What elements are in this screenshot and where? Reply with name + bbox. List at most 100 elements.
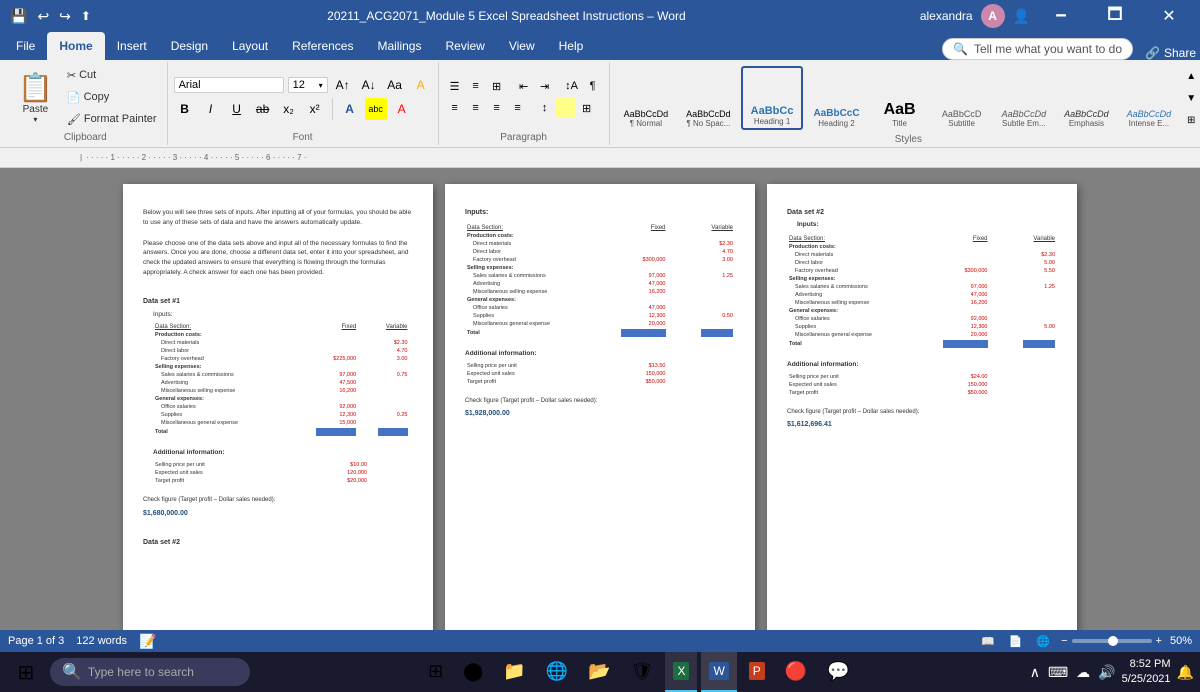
line-spacing-button[interactable]: ↕: [535, 98, 555, 118]
taskbar-app-teams[interactable]: 💬: [819, 652, 857, 692]
align-center-button[interactable]: ≡: [466, 98, 486, 118]
subscript-button[interactable]: x₂: [278, 98, 300, 120]
superscript-button[interactable]: x²: [304, 98, 326, 120]
style-no-spacing[interactable]: AaBbCcDd ¶ No Spac...: [678, 66, 739, 130]
style-intense-e[interactable]: AaBbCcDd Intense E...: [1119, 66, 1180, 130]
font-size-select[interactable]: 12 ▾: [288, 77, 328, 93]
style-subtle-em[interactable]: AaBbCcDd Subtle Em...: [994, 66, 1055, 130]
sort-button[interactable]: ↕A: [562, 76, 582, 96]
shading-button[interactable]: [556, 98, 576, 118]
align-right-button[interactable]: ≡: [487, 98, 507, 118]
text-effects-button[interactable]: A: [339, 98, 361, 120]
bold-button[interactable]: B: [174, 98, 196, 120]
print-layout-button[interactable]: 📄: [1006, 635, 1026, 648]
style-normal[interactable]: AaBbCcDd ¶ Normal: [616, 66, 677, 130]
align-left-button[interactable]: ≡: [445, 98, 465, 118]
user-avatar[interactable]: A: [981, 4, 1005, 28]
chevron-up-icon[interactable]: ∧: [1028, 662, 1042, 683]
tab-mailings[interactable]: Mailings: [365, 32, 433, 60]
zoom-thumb[interactable]: [1108, 636, 1118, 646]
zoom-out-button[interactable]: −: [1061, 635, 1067, 647]
tab-review[interactable]: Review: [433, 32, 496, 60]
italic-button[interactable]: I: [200, 98, 222, 120]
page2-sp-value: $13.50: [605, 362, 667, 370]
page3-variable-header: Variable: [990, 235, 1058, 243]
zoom-track[interactable]: [1072, 639, 1152, 643]
styles-up-button[interactable]: ▲: [1183, 66, 1199, 86]
taskbar-app-view[interactable]: ⊞: [420, 652, 451, 692]
minimize-button[interactable]: 🗕: [1038, 0, 1084, 32]
show-hide-button[interactable]: ¶: [583, 76, 603, 96]
increase-indent-button[interactable]: ⇥: [535, 76, 555, 96]
share-button[interactable]: 🔗Share: [1145, 46, 1196, 60]
taskbar-app-powerpoint[interactable]: P: [741, 652, 773, 692]
taskbar-app-cortana[interactable]: ⬤: [455, 652, 491, 692]
web-layout-button[interactable]: 🌐: [1033, 635, 1053, 648]
underline-button[interactable]: U: [226, 98, 248, 120]
copy-button[interactable]: 📄 Copy: [63, 87, 161, 107]
tell-me-bar[interactable]: 🔍 Tell me what you want to do: [942, 38, 1133, 60]
font-color-button[interactable]: A: [391, 98, 413, 120]
upload-icon[interactable]: ⬆: [79, 7, 93, 25]
paste-button[interactable]: 📋 Paste ▾: [10, 67, 61, 127]
decrease-font-button[interactable]: A↓: [358, 74, 380, 96]
style-title[interactable]: AaB Title: [870, 66, 930, 130]
speaker-icon[interactable]: 🔊: [1096, 662, 1117, 683]
tab-insert[interactable]: Insert: [105, 32, 159, 60]
save-icon[interactable]: 💾: [8, 6, 29, 27]
notification-icon[interactable]: 🔔: [1175, 662, 1196, 683]
taskbar-app-excel[interactable]: X: [665, 652, 697, 692]
taskbar-app-word[interactable]: W: [701, 652, 736, 692]
change-case-button[interactable]: Aa: [384, 74, 406, 96]
start-button[interactable]: ⊞: [4, 652, 48, 692]
style-heading1[interactable]: AaBbCc Heading 1: [741, 66, 804, 130]
taskbar-app-chrome[interactable]: 🔴: [777, 652, 815, 692]
style-subtitle[interactable]: AaBbCcD Subtitle: [932, 66, 992, 130]
keyboard-icon[interactable]: ⌨: [1046, 662, 1070, 683]
style-heading2[interactable]: AaBbCcC Heading 2: [805, 66, 867, 130]
font-family-select[interactable]: Arial: [174, 77, 284, 93]
taskbar-app-edge[interactable]: 🌐: [538, 652, 576, 692]
page3-dm-row: Direct materials $2.30: [787, 251, 1057, 259]
numbering-button[interactable]: ≡: [466, 76, 486, 96]
tell-me-input[interactable]: Tell me what you want to do: [974, 42, 1122, 56]
account-icon[interactable]: 👤: [1013, 8, 1030, 25]
styles-down-button[interactable]: ▼: [1183, 88, 1199, 108]
tab-view[interactable]: View: [497, 32, 547, 60]
tab-home[interactable]: Home: [47, 32, 104, 60]
tab-help[interactable]: Help: [547, 32, 596, 60]
taskbar-app-files[interactable]: 📂: [580, 652, 618, 692]
cut-button[interactable]: ✂ Cut: [63, 65, 161, 85]
paste-dropdown-icon[interactable]: ▾: [33, 115, 37, 124]
tab-design[interactable]: Design: [159, 32, 220, 60]
multilevel-list-button[interactable]: ⊞: [487, 76, 507, 96]
style-emphasis[interactable]: AaBbCcDd Emphasis: [1056, 66, 1117, 130]
increase-font-button[interactable]: A↑: [332, 74, 354, 96]
page3-gen-exp: General expenses:: [787, 307, 1057, 315]
proofing-icon[interactable]: 📝: [139, 633, 156, 650]
styles-expand-button[interactable]: ⊞: [1183, 110, 1199, 130]
taskbar-app-defender[interactable]: 🛡: [623, 652, 662, 692]
search-bar[interactable]: 🔍 Type here to search: [50, 658, 250, 686]
justify-button[interactable]: ≡: [508, 98, 528, 118]
read-mode-button[interactable]: 📖: [978, 635, 998, 648]
highlight-color-button[interactable]: abc: [365, 98, 387, 120]
onedrive-icon[interactable]: ☁: [1074, 662, 1092, 683]
tab-file[interactable]: File: [4, 32, 47, 60]
text-highlight-button[interactable]: A: [410, 74, 432, 96]
borders-button[interactable]: ⊞: [577, 98, 597, 118]
tab-layout[interactable]: Layout: [220, 32, 280, 60]
strikethrough-button[interactable]: ab: [252, 98, 274, 120]
close-button[interactable]: ✕: [1146, 0, 1192, 32]
redo-icon[interactable]: ↪: [57, 6, 73, 27]
maximize-button[interactable]: 🗖: [1092, 0, 1138, 32]
format-painter-button[interactable]: 🖌 Format Painter: [63, 109, 161, 129]
taskbar-app-explorer[interactable]: 📁: [495, 652, 533, 692]
decrease-indent-button[interactable]: ⇤: [514, 76, 534, 96]
tab-references[interactable]: References: [280, 32, 365, 60]
undo-icon[interactable]: ↩: [35, 6, 51, 27]
bullets-button[interactable]: ☰: [445, 76, 465, 96]
ribbon-tabs: File Home Insert Design Layout Reference…: [0, 32, 1200, 60]
system-clock[interactable]: 8:52 PM 5/25/2021: [1122, 657, 1171, 688]
zoom-in-button[interactable]: +: [1156, 635, 1162, 647]
